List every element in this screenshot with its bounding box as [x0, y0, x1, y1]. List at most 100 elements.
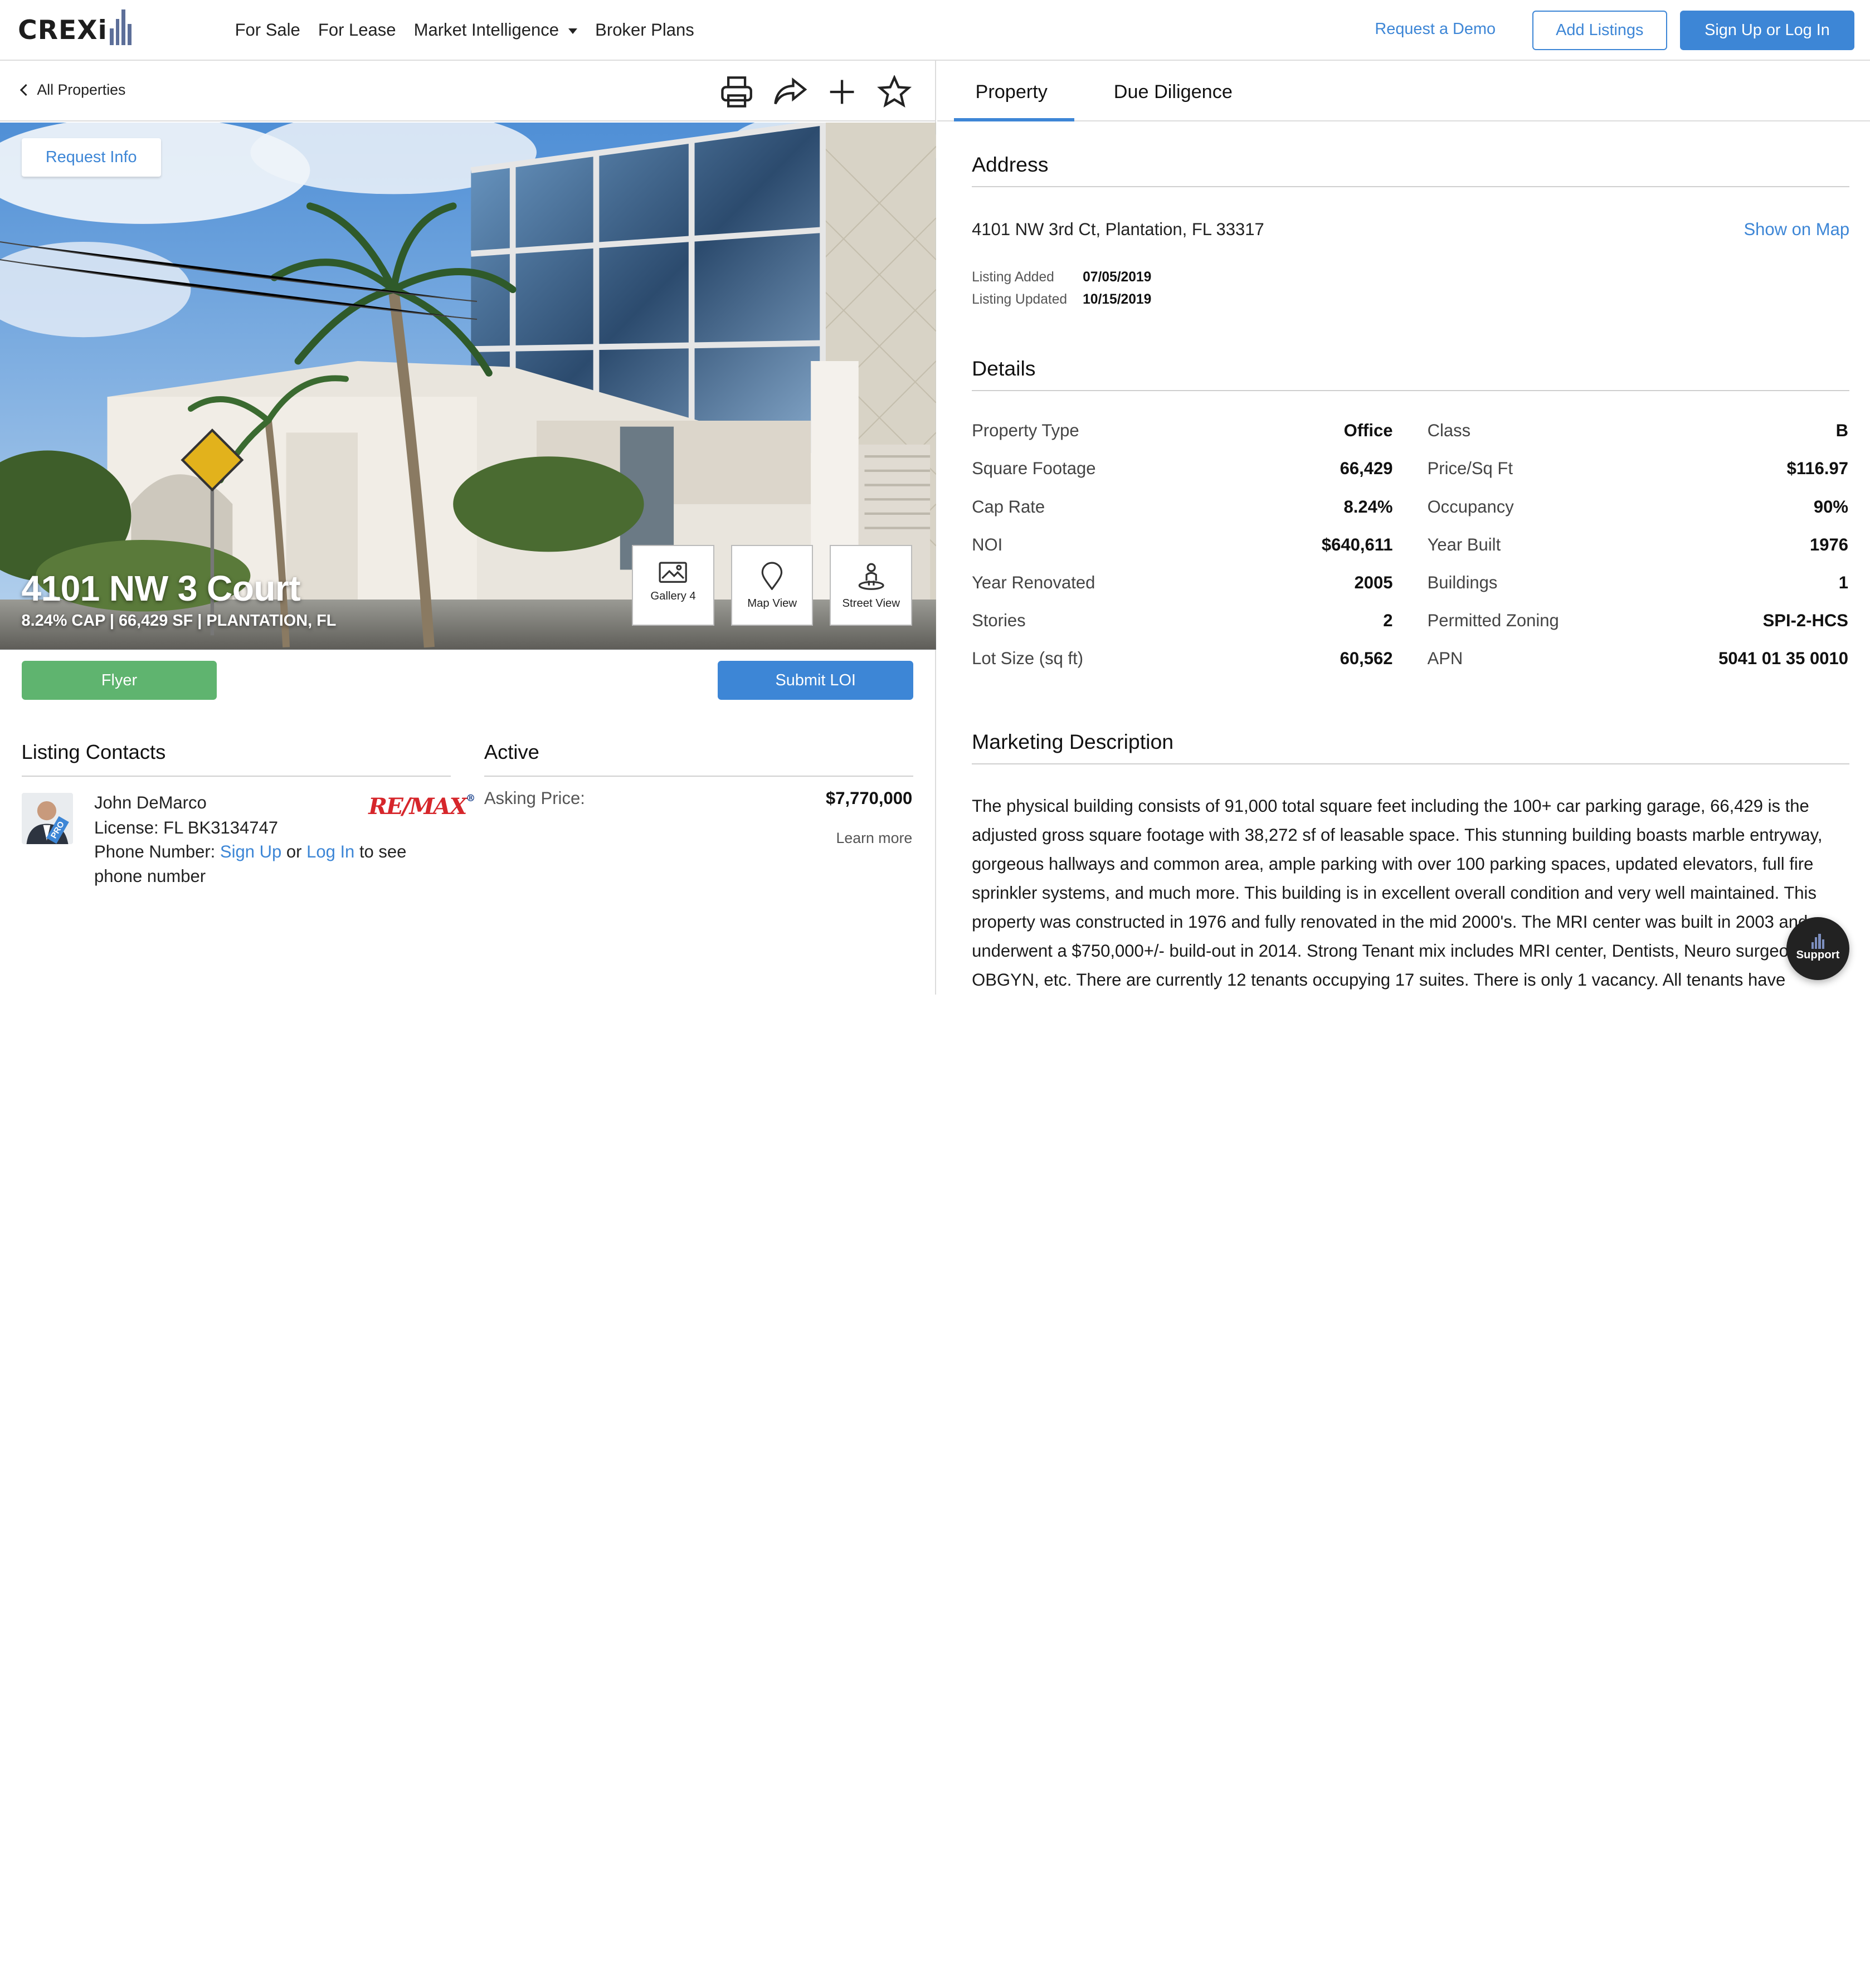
- detail-value: 66,429: [1340, 459, 1393, 479]
- listing-added-value: 07/05/2019: [1083, 269, 1152, 285]
- add-listings-button[interactable]: Add Listings: [1532, 11, 1667, 50]
- detail-label: Cap Rate: [972, 496, 1045, 517]
- detail-label: Permitted Zoning: [1427, 610, 1559, 630]
- marketing-heading: Marketing Description: [972, 730, 1850, 764]
- listing-updated-value: 10/15/2019: [1083, 292, 1152, 308]
- logo-bars-icon: [110, 9, 132, 50]
- contact-license: License: FL BK3134747: [94, 817, 278, 837]
- support-icon: [1786, 932, 1849, 949]
- property-photo[interactable]: Request Info 4101 NW 3 Court 8.24% CAP |…: [0, 123, 936, 650]
- show-on-map-link[interactable]: Show on Map: [1744, 220, 1849, 240]
- phone-suffix: to see: [359, 841, 407, 861]
- log-in-link[interactable]: Log In: [306, 842, 354, 861]
- property-title: 4101 NW 3 Court: [21, 568, 301, 608]
- detail-value: 60,562: [1340, 648, 1393, 668]
- contact-phone: Phone Number: Sign Up or Log In to see: [94, 840, 406, 864]
- property-summary: 8.24% CAP | 66,429 SF | PLANTATION, FL: [21, 611, 337, 630]
- toolbar-actions: [719, 74, 912, 109]
- request-info-button[interactable]: Request Info: [21, 138, 161, 177]
- details-heading: Details: [972, 357, 1850, 391]
- detail-label: Buildings: [1427, 572, 1498, 592]
- active-tab-indicator: [953, 118, 1075, 122]
- phone-prefix: Phone Number:: [94, 841, 216, 861]
- listing-contacts-heading: Listing Contacts: [21, 740, 451, 777]
- gallery-label: Gallery 4: [650, 590, 696, 603]
- nav-market-intelligence[interactable]: Market Intelligence: [413, 20, 578, 40]
- remax-logo: RE/MAX®: [368, 793, 475, 820]
- support-label: Support: [1796, 949, 1840, 962]
- detail-label: Property Type: [972, 421, 1079, 441]
- nav-broker-plans[interactable]: Broker Plans: [595, 20, 694, 40]
- chevron-left-icon: [20, 84, 32, 96]
- submit-loi-button[interactable]: Submit LOI: [718, 660, 914, 700]
- contact-name: John DeMarco: [94, 792, 207, 812]
- support-button[interactable]: Support: [1786, 917, 1850, 981]
- request-demo-link[interactable]: Request a Demo: [1375, 20, 1496, 38]
- tab-property[interactable]: Property: [976, 81, 1048, 103]
- learn-more-link[interactable]: Learn more: [836, 830, 912, 847]
- star-icon[interactable]: [876, 74, 912, 109]
- detail-value: 8.24%: [1343, 496, 1393, 517]
- detail-value: Office: [1343, 421, 1393, 441]
- detail-value: 5041 01 35 0010: [1718, 648, 1848, 668]
- detail-value: 1: [1838, 572, 1848, 592]
- right-panel: Property Due Diligence Address 4101 NW 3…: [937, 61, 1870, 995]
- street-view-icon: [858, 563, 884, 590]
- detail-label: Stories: [972, 610, 1026, 630]
- detail-value: SPI-2-HCS: [1762, 610, 1848, 630]
- plus-icon[interactable]: [824, 75, 860, 109]
- listing-added-label: Listing Added: [972, 269, 1054, 285]
- detail-value: $640,611: [1321, 534, 1393, 554]
- top-navigation: CREXi For Sale For Lease Market Intellig…: [0, 0, 1870, 61]
- map-view-label: Map View: [747, 597, 797, 610]
- map-pin-icon: [761, 562, 783, 591]
- phone-suffix-line2: phone number: [94, 866, 206, 886]
- flyer-button[interactable]: Flyer: [21, 660, 217, 700]
- asking-price-label: Asking Price:: [484, 788, 585, 808]
- back-to-all-properties[interactable]: All Properties: [20, 81, 126, 99]
- detail-value: 1976: [1809, 534, 1848, 554]
- share-icon[interactable]: [772, 75, 807, 109]
- sign-up-link[interactable]: Sign Up: [220, 842, 281, 861]
- street-view-label: Street View: [842, 597, 900, 610]
- detail-value: 2005: [1354, 572, 1393, 592]
- tab-due-diligence[interactable]: Due Diligence: [1114, 81, 1233, 103]
- detail-label: APN: [1427, 648, 1463, 668]
- listing-updated-label: Listing Updated: [972, 292, 1068, 308]
- detail-label: Occupancy: [1427, 496, 1514, 517]
- sign-up-button[interactable]: Sign Up or Log In: [1680, 11, 1854, 50]
- detail-label: NOI: [972, 534, 1003, 554]
- property-toolbar: All Properties: [0, 61, 936, 122]
- detail-label: Price/Sq Ft: [1427, 459, 1513, 479]
- logo-text: CREXi: [18, 15, 108, 46]
- left-panel: All Properties Request Info 4101 NW 3 Co…: [0, 61, 936, 995]
- marketing-description: The physical building consists of 91,000…: [972, 796, 1823, 990]
- street-view-button[interactable]: Street View: [830, 544, 913, 626]
- nav-for-lease[interactable]: For Lease: [318, 20, 396, 40]
- status-heading: Active: [484, 740, 914, 777]
- detail-label: Square Footage: [972, 459, 1096, 479]
- detail-label: Year Built: [1427, 534, 1501, 554]
- detail-value: 2: [1383, 610, 1393, 630]
- detail-label: Year Renovated: [972, 572, 1095, 592]
- phone-or: or: [286, 841, 302, 861]
- address-line: 4101 NW 3rd Ct, Plantation, FL 33317: [972, 219, 1264, 239]
- detail-label: Class: [1427, 421, 1471, 441]
- detail-label: Lot Size (sq ft): [972, 648, 1084, 668]
- address-heading: Address: [972, 153, 1850, 187]
- property-tabs: Property Due Diligence: [937, 61, 1870, 122]
- main-nav: For Sale For Lease Market Intelligence B…: [235, 20, 694, 40]
- detail-value: $116.97: [1786, 459, 1848, 479]
- chevron-down-icon: [568, 28, 578, 34]
- gallery-button[interactable]: Gallery 4: [632, 544, 714, 626]
- detail-value: B: [1835, 421, 1848, 441]
- map-view-button[interactable]: Map View: [731, 544, 814, 626]
- back-label: All Properties: [37, 81, 126, 98]
- nav-for-sale[interactable]: For Sale: [235, 20, 300, 40]
- print-icon[interactable]: [719, 75, 754, 109]
- detail-value: 90%: [1813, 496, 1848, 517]
- asking-price-value: $7,770,000: [826, 788, 913, 808]
- gallery-icon: [659, 562, 688, 583]
- nav-market-intelligence-label: Market Intelligence: [413, 20, 559, 40]
- crexi-logo[interactable]: CREXi: [18, 9, 132, 50]
